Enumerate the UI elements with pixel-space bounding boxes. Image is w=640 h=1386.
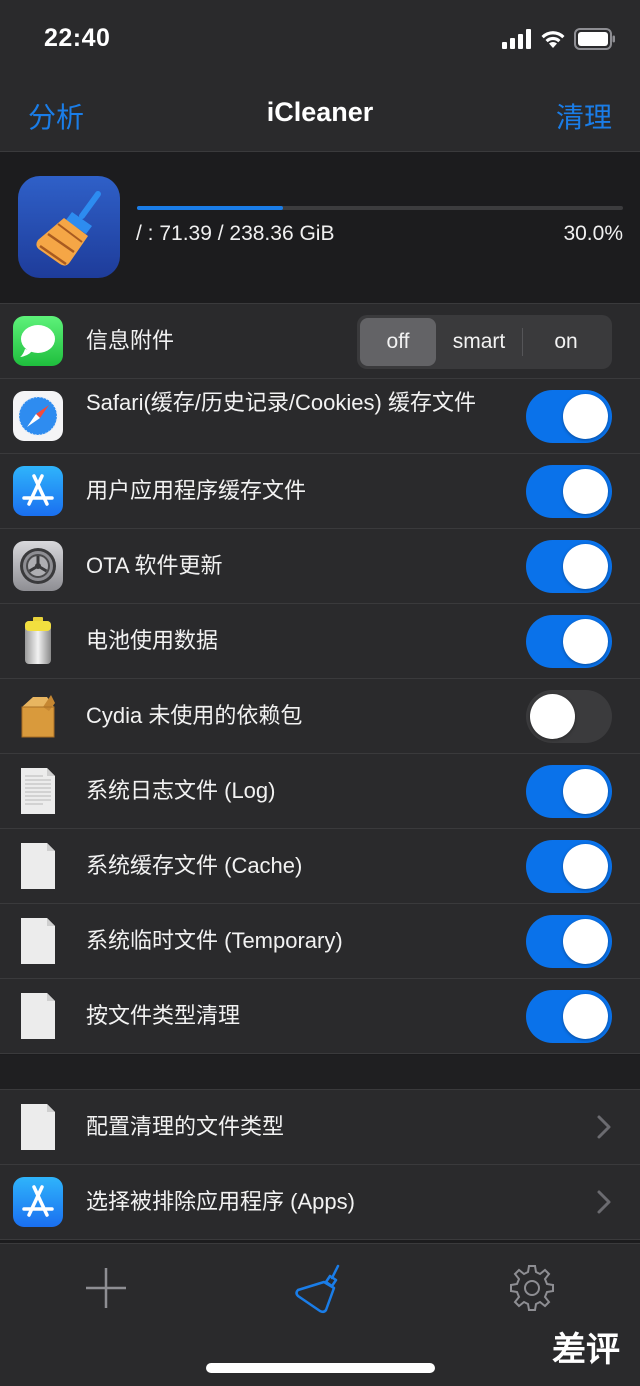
- messages-icon: [13, 316, 63, 366]
- link-row-excluded-apps[interactable]: 选择被排除应用程序 (Apps): [0, 1165, 640, 1240]
- status-icons: [502, 28, 616, 50]
- option-row-system-cache: 系统缓存文件 (Cache): [0, 829, 640, 904]
- system-temporary-toggle[interactable]: [526, 915, 612, 968]
- option-label: 电池使用数据: [86, 628, 219, 653]
- option-row-safari: Safari(缓存/历史记录/Cookies) 缓存文件: [0, 379, 640, 454]
- link-label: 选择被排除应用程序 (Apps): [86, 1189, 355, 1214]
- battery-icon: [574, 28, 615, 50]
- home-indicator[interactable]: [206, 1363, 435, 1373]
- segment-smart[interactable]: smart: [436, 318, 522, 366]
- option-label: 用户应用程序缓存文件: [86, 478, 307, 503]
- message-attachments-segmented-control: off smart on: [357, 315, 612, 369]
- document-icon: [21, 993, 55, 1039]
- settings-gear-icon: [13, 541, 63, 591]
- watermark: 差评: [552, 1331, 620, 1369]
- status-bar: 22:40: [0, 0, 640, 80]
- app-store-icon: [13, 466, 63, 516]
- toggle-knob: [563, 394, 608, 439]
- navigation-bar: 分析 iCleaner 清理: [0, 80, 640, 152]
- signal-icon: [502, 29, 531, 49]
- disk-usage-percent: 30.0%: [563, 222, 623, 245]
- tab-clean[interactable]: [290, 1258, 350, 1318]
- option-label: 系统缓存文件 (Cache): [86, 853, 303, 878]
- tab-add[interactable]: [76, 1258, 136, 1318]
- toggle-knob: [563, 919, 608, 964]
- option-label: Safari(缓存/历史记录/Cookies) 缓存文件: [86, 390, 476, 415]
- package-box-icon: [21, 695, 55, 738]
- chevron-right-icon: [597, 1115, 611, 1139]
- gear-icon: [510, 1265, 554, 1311]
- log-document-icon: [21, 768, 55, 814]
- analyze-button[interactable]: 分析: [28, 96, 84, 136]
- tab-bar: 差评: [0, 1243, 640, 1386]
- disk-usage-progress-fill: [137, 206, 283, 210]
- option-label: 按文件类型清理: [86, 1003, 241, 1028]
- toggle-knob: [530, 694, 575, 739]
- option-row-message-attachments: 信息附件 off smart on: [0, 304, 640, 379]
- disk-usage-text: / : 71.39 / 238.36 GiB: [136, 222, 335, 245]
- tab-settings[interactable]: [502, 1258, 562, 1318]
- page-title: iCleaner: [266, 97, 374, 127]
- clean-by-file-type-toggle[interactable]: [526, 990, 612, 1043]
- plus-icon: [86, 1268, 126, 1308]
- wifi-icon: [541, 31, 565, 48]
- toggle-knob: [563, 844, 608, 889]
- battery-data-toggle[interactable]: [526, 615, 612, 668]
- system-cache-toggle[interactable]: [526, 840, 612, 893]
- toggle-knob: [563, 769, 608, 814]
- option-label: 系统日志文件 (Log): [86, 778, 276, 803]
- option-label: OTA 软件更新: [86, 553, 223, 578]
- cydia-packages-toggle[interactable]: [526, 690, 612, 743]
- option-row-system-temporary: 系统临时文件 (Temporary): [0, 904, 640, 979]
- broom-logo-icon: [36, 191, 101, 266]
- option-row-clean-by-file-type: 按文件类型清理: [0, 979, 640, 1054]
- toggle-knob: [563, 619, 608, 664]
- document-icon: [21, 1104, 55, 1150]
- link-label: 配置清理的文件类型: [86, 1114, 285, 1139]
- document-icon: [21, 918, 55, 964]
- document-icon: [21, 843, 55, 889]
- safari-icon: [13, 391, 63, 441]
- option-row-user-app-cache: 用户应用程序缓存文件: [0, 454, 640, 529]
- broom-icon: [295, 1264, 340, 1314]
- segment-on[interactable]: on: [523, 318, 609, 366]
- toggle-knob: [563, 544, 608, 589]
- option-row-system-logs: 系统日志文件 (Log): [0, 754, 640, 829]
- option-label: 系统临时文件 (Temporary): [86, 928, 343, 953]
- configuration-list: 配置清理的文件类型 选择被排除应用程序 (Apps): [0, 1089, 640, 1240]
- app-logo: [18, 176, 120, 278]
- battery-data-icon: [25, 617, 51, 664]
- option-row-ota-updates: OTA 软件更新: [0, 529, 640, 604]
- clean-options-list: 信息附件 off smart on Safari(缓存/历史记录/Cookies…: [0, 303, 640, 1054]
- option-row-cydia-packages: Cydia 未使用的依赖包: [0, 679, 640, 754]
- option-row-battery-data: 电池使用数据: [0, 604, 640, 679]
- system-logs-toggle[interactable]: [526, 765, 612, 818]
- toggle-knob: [563, 469, 608, 514]
- disk-usage-progress: [137, 206, 623, 210]
- clean-button[interactable]: 清理: [556, 96, 612, 136]
- segment-off[interactable]: off: [360, 318, 436, 366]
- chevron-right-icon: [597, 1190, 611, 1214]
- section-gap: [0, 1055, 640, 1089]
- toggle-knob: [563, 994, 608, 1039]
- ota-updates-toggle[interactable]: [526, 540, 612, 593]
- link-row-configure-file-types[interactable]: 配置清理的文件类型: [0, 1090, 640, 1165]
- status-time: 22:40: [44, 24, 111, 52]
- disk-usage-panel: / : 71.39 / 238.36 GiB 30.0%: [0, 152, 640, 302]
- app-store-icon: [13, 1177, 63, 1227]
- user-app-cache-toggle[interactable]: [526, 465, 612, 518]
- option-label: Cydia 未使用的依赖包: [86, 703, 303, 728]
- safari-toggle[interactable]: [526, 390, 612, 443]
